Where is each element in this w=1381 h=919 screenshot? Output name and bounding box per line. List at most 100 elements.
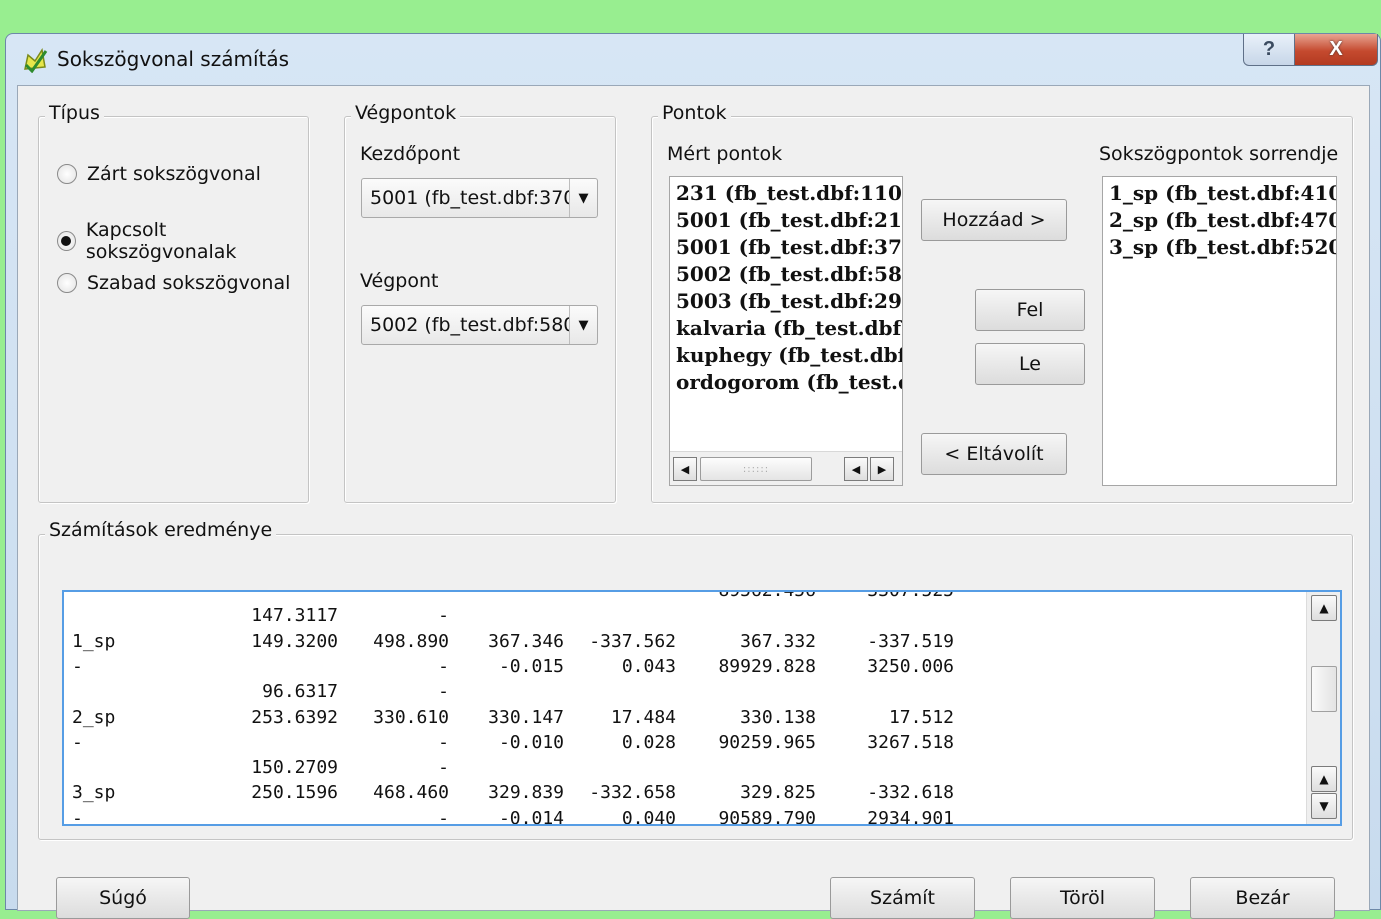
result-cell: 147.3117 xyxy=(251,605,338,627)
question-icon: ? xyxy=(1262,38,1276,60)
close-button[interactable]: Bezár xyxy=(1190,877,1335,919)
close-button-label: Bezár xyxy=(1235,887,1290,909)
list-item[interactable]: 5001 (fb_test.dbf:210) xyxy=(670,207,902,234)
result-cell: -0.015 xyxy=(498,655,564,677)
radio-selected-dot xyxy=(61,236,72,246)
list-item[interactable]: 5002 (fb_test.dbf:580) xyxy=(670,261,902,288)
compute-button-label: Számít xyxy=(870,887,935,909)
result-cell: 468.460 xyxy=(373,782,449,804)
result-cell: 90589.790 xyxy=(718,807,816,826)
result-cell: - xyxy=(438,655,449,677)
points-group-title: Pontok xyxy=(658,102,731,124)
close-icon: X xyxy=(1329,38,1343,60)
result-cell: 2_sp xyxy=(72,706,116,728)
dialog-window: Sokszögvonal számítás ? X Típus Zárt sok… xyxy=(5,33,1381,919)
list-item[interactable]: 3_sp (fb_test.dbf:520) xyxy=(1103,234,1336,261)
help-title-button[interactable]: ? xyxy=(1243,34,1295,66)
radio-closed-traverse[interactable]: Zárt sokszögvonal xyxy=(57,163,261,185)
horizontal-scrollbar[interactable]: ◀ :::::: ◀ ▶ xyxy=(670,451,902,485)
list-item[interactable]: 231 (fb_test.dbf:110) xyxy=(670,180,902,207)
end-point-value: 5002 (fb_test.dbf:580) xyxy=(370,314,569,336)
add-button[interactable]: Hozzáad > xyxy=(921,199,1067,241)
help-button[interactable]: Súgó xyxy=(56,877,190,919)
result-cell: 253.6392 xyxy=(251,706,338,728)
scrollbar-thumb[interactable]: :::::: xyxy=(700,457,812,481)
result-cell: 3_sp xyxy=(72,782,116,804)
result-cell: 1_sp xyxy=(72,630,116,652)
radio-button-icon xyxy=(57,164,77,184)
radio-button-icon xyxy=(57,273,77,293)
result-cell: - xyxy=(438,681,449,703)
list-item[interactable]: 5001 (fb_test.dbf:370) xyxy=(670,234,902,261)
result-cell: 329.825 xyxy=(740,782,816,804)
result-cell: -332.618 xyxy=(867,782,954,804)
result-cell: - xyxy=(438,605,449,627)
end-point-combo[interactable]: 5002 (fb_test.dbf:580) ▼ xyxy=(361,305,598,345)
result-cell: 3307.525 xyxy=(867,590,954,601)
result-cell: 250.1596 xyxy=(251,782,338,804)
scrollbar-thumb[interactable] xyxy=(1311,666,1337,712)
remove-button-label: < Eltávolít xyxy=(944,443,1044,465)
list-item[interactable]: 1_sp (fb_test.dbf:410) xyxy=(1103,180,1336,207)
close-title-button[interactable]: X xyxy=(1294,34,1378,66)
scroll-left-icon[interactable]: ◀ xyxy=(673,457,697,481)
result-cell: 330.610 xyxy=(373,706,449,728)
result-row: - - -0.014 0.040 90589.790 2934.901 xyxy=(64,807,1304,826)
move-up-button[interactable]: Fel xyxy=(975,289,1085,331)
result-cell: 0.028 xyxy=(621,731,676,753)
chevron-down-icon[interactable]: ▼ xyxy=(569,306,597,344)
result-cell: 3267.518 xyxy=(867,731,954,753)
scroll-right-icon[interactable]: ▶ xyxy=(870,457,894,481)
scroll-up-icon[interactable]: ▲ xyxy=(1311,595,1337,621)
results-text-area[interactable]: 89562.456 3307.525 147.3117 - 1_sp 149.3200 49… xyxy=(62,590,1342,826)
result-cell: 89929.828 xyxy=(718,655,816,677)
result-cell: 367.346 xyxy=(488,630,564,652)
result-row: 96.6317 - xyxy=(64,681,1304,706)
list-item[interactable]: kuphegy (fb_test.dbf:1 xyxy=(670,342,902,369)
radio-label: Zárt sokszögvonal xyxy=(87,163,261,185)
list-item[interactable]: kalvaria (fb_test.dbf:1 xyxy=(670,315,902,342)
result-cell: 17.484 xyxy=(610,706,676,728)
move-down-button[interactable]: Le xyxy=(975,343,1085,385)
clear-button-label: Töröl xyxy=(1059,887,1106,909)
radio-label: Szabad sokszögvonal xyxy=(87,272,291,294)
endpoints-group-title: Végpontok xyxy=(351,102,461,124)
list-item[interactable]: ordogorom (fb_test.db xyxy=(670,369,902,396)
result-row: 3_sp 250.1596 468.460 329.839 -332.658 329.82… xyxy=(64,782,1304,807)
points-group: Pontok Mért pontok Sokszögpontok sorrend… xyxy=(651,102,1353,503)
radio-connected-traverse[interactable]: Kapcsolt sokszögvonalak xyxy=(57,219,308,263)
measured-points-list[interactable]: 231 (fb_test.dbf:110) 5001 (fb_test.dbf:… xyxy=(669,176,903,486)
scroll-up-icon[interactable]: ▲ xyxy=(1311,766,1337,792)
remove-button[interactable]: < Eltávolít xyxy=(921,433,1067,475)
scroll-down-icon[interactable]: ▼ xyxy=(1311,793,1337,819)
list-item[interactable]: 5003 (fb_test.dbf:290) xyxy=(670,288,902,315)
dialog-client-area: Típus Zárt sokszögvonal Kapcsolt sokszög… xyxy=(17,85,1370,919)
result-cell: 149.3200 xyxy=(251,630,338,652)
window-title: Sokszögvonal számítás xyxy=(57,47,290,71)
result-row: 150.2709 - xyxy=(64,757,1304,782)
result-cell: 330.138 xyxy=(740,706,816,728)
chevron-down-icon[interactable]: ▼ xyxy=(569,179,597,217)
title-bar[interactable]: Sokszögvonal számítás ? X xyxy=(6,34,1380,84)
result-cell: -332.658 xyxy=(589,782,676,804)
result-cell: 367.332 xyxy=(740,630,816,652)
scroll-left-icon[interactable]: ◀ xyxy=(844,457,868,481)
start-point-combo[interactable]: 5001 (fb_test.dbf:370) ▼ xyxy=(361,178,598,218)
result-cell: - xyxy=(438,757,449,779)
type-group: Típus Zárt sokszögvonal Kapcsolt sokszög… xyxy=(38,102,309,503)
radio-free-traverse[interactable]: Szabad sokszögvonal xyxy=(57,272,290,294)
endpoints-group: Végpontok Kezdőpont 5001 (fb_test.dbf:37… xyxy=(344,102,616,503)
vertical-scrollbar[interactable]: ▲ ▲ ▼ xyxy=(1306,592,1340,824)
clear-button[interactable]: Töröl xyxy=(1010,877,1155,919)
polygon-app-icon xyxy=(24,47,48,73)
result-cell: 2934.901 xyxy=(867,807,954,826)
type-group-title: Típus xyxy=(45,102,104,124)
result-cell: 0.043 xyxy=(621,655,676,677)
list-item[interactable]: 2_sp (fb_test.dbf:470) xyxy=(1103,207,1336,234)
results-group-title: Számítások eredménye xyxy=(45,519,277,541)
result-cell: -337.519 xyxy=(867,630,954,652)
result-cell: 3250.006 xyxy=(867,655,954,677)
result-row: - - -0.015 0.043 89929.828 3250.006 xyxy=(64,656,1304,681)
compute-button[interactable]: Számít xyxy=(830,877,975,919)
traverse-order-list[interactable]: 1_sp (fb_test.dbf:410) 2_sp (fb_test.dbf… xyxy=(1102,176,1337,486)
